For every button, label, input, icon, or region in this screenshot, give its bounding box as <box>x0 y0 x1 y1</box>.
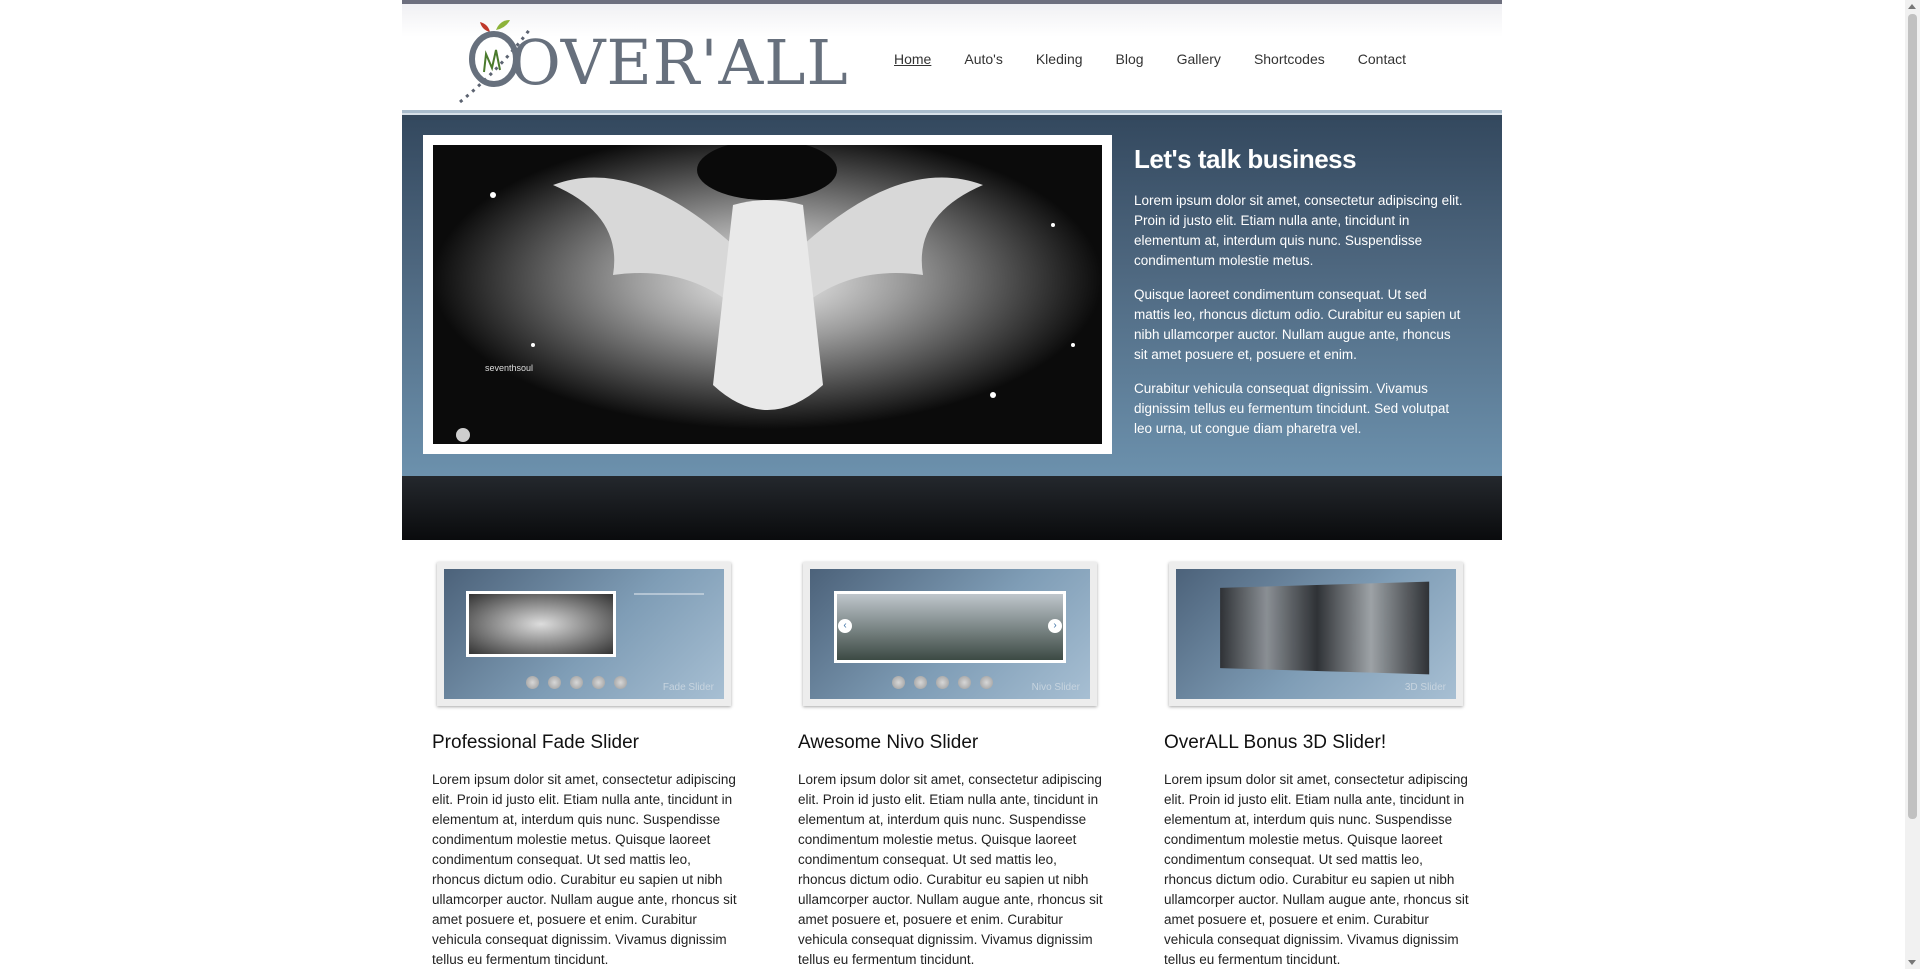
feature-thumbnail[interactable]: Fade Slider <box>437 562 731 706</box>
nav-contact[interactable]: Contact <box>1358 51 1406 67</box>
hero-title: Let's talk business <box>1134 144 1357 174</box>
site-header: OVER'ALL Home Auto's Kleding Blog Galler… <box>402 0 1502 113</box>
nav-blog[interactable]: Blog <box>1116 51 1144 67</box>
feature-text: Lorem ipsum dolor sit amet, consectetur … <box>432 772 737 967</box>
3d-slider-preview: 3D Slider <box>1176 569 1456 699</box>
nivo-slider-preview: ‹ › Nivo Slider <box>810 569 1090 699</box>
slider-dot[interactable] <box>958 676 971 689</box>
slider-dot[interactable] <box>914 676 927 689</box>
feature-text: Lorem ipsum dolor sit amet, consectetur … <box>798 772 1103 967</box>
preview-text <box>634 593 704 635</box>
next-arrow-icon[interactable]: › <box>1048 619 1062 633</box>
page-wrapper: OVER'ALL Home Auto's Kleding Blog Galler… <box>402 0 1502 969</box>
slider-dot[interactable] <box>592 676 605 689</box>
slider-dot[interactable] <box>548 676 561 689</box>
feature-title: OverALL Bonus 3D Slider! <box>1164 732 1387 753</box>
image-watermark: seventhsoul <box>485 363 534 373</box>
slider-dots <box>892 676 993 689</box>
preview-image <box>834 591 1066 663</box>
nav-kleding[interactable]: Kleding <box>1036 51 1083 67</box>
scroll-down-icon[interactable] <box>1908 960 1916 965</box>
preview-image <box>466 591 616 657</box>
hero-paragraph: Lorem ipsum dolor sit amet, consectetur … <box>1134 193 1463 268</box>
main-nav: Home Auto's Kleding Blog Gallery Shortco… <box>894 51 1439 67</box>
prev-arrow-icon[interactable]: ‹ <box>838 619 852 633</box>
feature-thumbnail[interactable]: ‹ › Nivo Slider <box>803 562 1097 706</box>
nav-home[interactable]: Home <box>894 51 931 67</box>
thumbnail-label: Fade Slider <box>662 682 714 693</box>
fade-slider-preview: Fade Slider <box>444 569 724 699</box>
slider-dots <box>526 676 627 689</box>
vertical-scrollbar[interactable] <box>1905 0 1920 969</box>
thumbnail-label: Nivo Slider <box>1031 682 1080 693</box>
slider-dot[interactable] <box>936 676 949 689</box>
slider-dot[interactable] <box>614 676 627 689</box>
hero-section: seventhsoul Let's talk business Lorem ip… <box>402 120 1502 476</box>
thumbnail-label: 3D Slider <box>1404 682 1446 693</box>
hero-paragraph: Curabitur vehicula consequat dignissim. … <box>1134 381 1450 436</box>
preview-image <box>1220 581 1430 675</box>
angel-image-icon <box>433 145 1102 444</box>
site-logo[interactable]: OVER'ALL <box>450 14 848 106</box>
scrollbar-thumb[interactable] <box>1908 14 1917 819</box>
header-divider <box>402 110 1502 120</box>
feature-title: Professional Fade Slider <box>432 732 639 753</box>
slider-dot[interactable] <box>980 676 993 689</box>
feature-title: Awesome Nivo Slider <box>798 732 979 753</box>
nav-shortcodes[interactable]: Shortcodes <box>1254 51 1325 67</box>
feature-text: Lorem ipsum dolor sit amet, consectetur … <box>1164 772 1469 967</box>
nav-autos[interactable]: Auto's <box>964 51 1002 67</box>
hero-text: Let's talk business Lorem ipsum dolor si… <box>1134 144 1464 453</box>
scroll-up-icon[interactable] <box>1908 4 1916 9</box>
slider-dot[interactable] <box>570 676 583 689</box>
hero-paragraph: Quisque laoreet condimentum consequat. U… <box>1134 287 1461 362</box>
hero-image-frame: seventhsoul <box>423 135 1112 454</box>
nav-gallery[interactable]: Gallery <box>1177 51 1221 67</box>
slider-dot[interactable] <box>526 676 539 689</box>
logo-text: OVER'ALL <box>510 26 849 99</box>
hero-image[interactable]: seventhsoul <box>433 145 1102 444</box>
feature-thumbnail[interactable]: 3D Slider <box>1169 562 1463 706</box>
hero-bottom-band <box>402 476 1502 540</box>
slider-dot[interactable] <box>892 676 905 689</box>
